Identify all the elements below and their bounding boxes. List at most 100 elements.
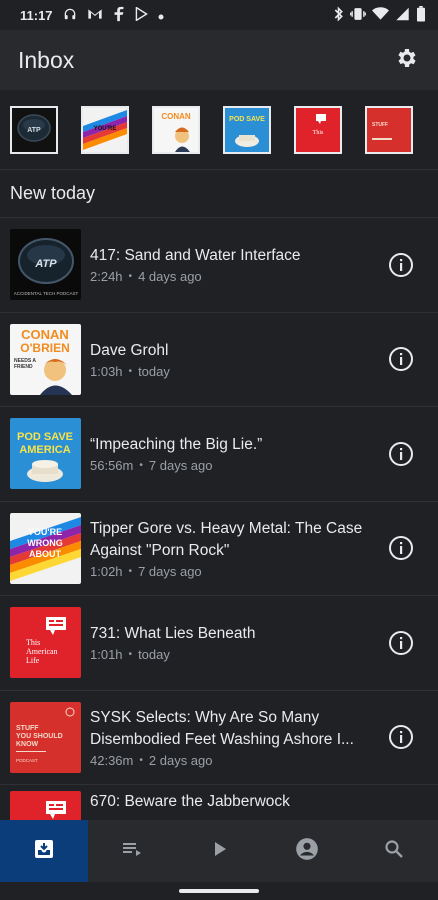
queue-icon (120, 837, 144, 866)
carousel-atp-label: ATP (27, 127, 41, 134)
carousel-item-youre-wrong-about[interactable]: YOU'RE (81, 105, 129, 154)
episode-meta: 1:01h • today (90, 647, 378, 662)
meta-separator: • (128, 271, 133, 283)
dot-icon (158, 8, 164, 23)
episode-age: 2 days ago (148, 752, 213, 768)
carousel-item-atp[interactable]: ATP (10, 105, 58, 154)
f-icon (113, 6, 125, 25)
info-icon (388, 347, 414, 376)
ywa-art-line2: WRONG (27, 538, 63, 548)
bottom-navigation (0, 820, 438, 882)
episode-artwork-stuff-you-should-know: STUFF YOU SHOULD KNOW PODCAST (10, 701, 81, 773)
episode-info-button[interactable] (388, 724, 414, 750)
episode-row[interactable]: POD SAVE AMERICA “Impeaching the Big Lie.… (0, 407, 438, 502)
home-indicator (0, 882, 438, 900)
episode-text: 670: Beware the Jabberwock (90, 791, 428, 813)
tal-art-line1: This (26, 638, 40, 647)
episode-text: 417: Sand and Water Interface 2:24h • 4 … (90, 245, 378, 284)
episode-info-button[interactable] (388, 346, 414, 372)
atp-art-label: ATP (34, 258, 57, 270)
carousel-tal-label: This (313, 130, 324, 136)
meta-separator: • (128, 365, 133, 377)
psa-art-line1: POD SAVE (17, 431, 73, 443)
episode-duration: 1:02h (90, 563, 123, 579)
info-icon (388, 536, 414, 565)
episode-duration: 1:03h (90, 363, 123, 379)
episode-row[interactable]: 670: Beware the Jabberwock (0, 785, 438, 820)
vibrate-icon (350, 7, 366, 24)
status-left: 11:17 (20, 5, 164, 25)
carousel-sysk-label: STUFF (372, 122, 388, 128)
conan-art-line2: O'BRIEN (20, 341, 70, 355)
carousel-ywa-label: YOU'RE (94, 126, 117, 132)
subscription-carousel: ATP YOU'RE CONAN POD SAVE This STUFF (0, 90, 438, 170)
nav-queue[interactable] (88, 820, 176, 882)
nav-now-playing[interactable] (176, 820, 264, 882)
episode-text: Tipper Gore vs. Heavy Metal: The Case Ag… (90, 518, 378, 579)
info-icon (388, 441, 414, 471)
status-bar: 11:17 (0, 0, 438, 30)
signal-icon (395, 7, 410, 24)
episode-info-button[interactable] (388, 535, 414, 561)
wifi-icon (372, 6, 389, 24)
episode-row[interactable]: YOU'RE WRONG ABOUT Tipper Gore vs. Heavy M… (0, 502, 438, 596)
page-title: Inbox (18, 46, 75, 73)
episode-text: Dave Grohl 1:03h • today (90, 340, 378, 379)
info-icon (388, 725, 414, 754)
episode-meta: 1:02h • 7 days ago (90, 564, 378, 579)
meta-separator: • (128, 565, 133, 577)
meta-separator: • (139, 754, 143, 766)
battery-icon (416, 5, 426, 25)
episode-info-button[interactable] (388, 630, 414, 656)
carousel-conan-label: CONAN (161, 112, 191, 121)
episode-age: 7 days ago (148, 458, 213, 474)
atp-art-caption: ACCIDENTAL TECH PODCAST (14, 291, 79, 296)
tal-art-line2: American (26, 647, 58, 656)
headset-icon (63, 7, 77, 24)
episode-info-button[interactable] (388, 252, 414, 278)
status-time: 11:17 (20, 7, 53, 23)
tal-art-line3: Life (26, 656, 40, 665)
episode-age: 7 days ago (138, 563, 202, 579)
nav-inbox[interactable] (0, 820, 88, 882)
episode-artwork-conan: CONAN O'BRIEN NEEDS A FRIEND (10, 323, 81, 395)
nav-profile[interactable] (263, 820, 351, 882)
nav-search[interactable] (351, 820, 438, 882)
episode-artwork-this-american-life: This American Life (10, 607, 81, 679)
episode-title: Tipper Gore vs. Heavy Metal: The Case Ag… (90, 519, 363, 559)
status-right (333, 5, 426, 25)
play-store-icon (135, 5, 148, 24)
sysk-art-line4: PODCAST (16, 758, 38, 763)
episode-artwork-this-american-life (10, 791, 81, 820)
inbox-icon (32, 837, 56, 866)
account-icon (294, 836, 320, 867)
sysk-art-line1: STUFF (16, 725, 39, 732)
episode-row[interactable]: ATP ACCIDENTAL TECH PODCAST 417: Sand and… (0, 218, 438, 313)
gear-icon (394, 46, 418, 75)
psa-art-line2: AMERICA (19, 444, 70, 456)
episode-title: “Impeaching the Big Lie.” (90, 436, 263, 454)
settings-button[interactable] (392, 46, 420, 74)
episode-title: 417: Sand and Water Interface (90, 247, 301, 265)
episode-list: ATP ACCIDENTAL TECH PODCAST 417: Sand and… (0, 218, 438, 820)
carousel-item-pod-save-america[interactable]: POD SAVE (223, 105, 271, 154)
carousel-item-stuff-you-should-know[interactable]: STUFF (365, 105, 413, 154)
info-icon (388, 630, 414, 660)
episode-row[interactable]: This American Life 731: What Lies Beneath … (0, 596, 438, 691)
bluetooth-icon (333, 5, 344, 25)
sysk-art-line3: KNOW (16, 741, 39, 748)
carousel-item-this-american-life[interactable]: This (294, 105, 342, 154)
episode-text: 731: What Lies Beneath 1:01h • today (90, 623, 378, 662)
gmail-icon (87, 7, 103, 24)
episode-info-button[interactable] (388, 441, 414, 467)
meta-separator: • (139, 460, 143, 472)
episode-title: SYSK Selects: Why Are So Many Disembodie… (90, 708, 354, 748)
episode-duration: 42:36m (90, 752, 134, 768)
carousel-item-conan-obrien[interactable]: CONAN (152, 105, 200, 154)
home-bar[interactable] (179, 889, 259, 893)
episode-title: Dave Grohl (90, 341, 169, 359)
episode-duration: 1:01h (90, 647, 123, 663)
episode-row[interactable]: CONAN O'BRIEN NEEDS A FRIEND Dave Grohl 1:0… (0, 313, 438, 407)
app-bar: Inbox (0, 30, 438, 90)
episode-row[interactable]: STUFF YOU SHOULD KNOW PODCAST SYSK Selects:… (0, 691, 438, 785)
